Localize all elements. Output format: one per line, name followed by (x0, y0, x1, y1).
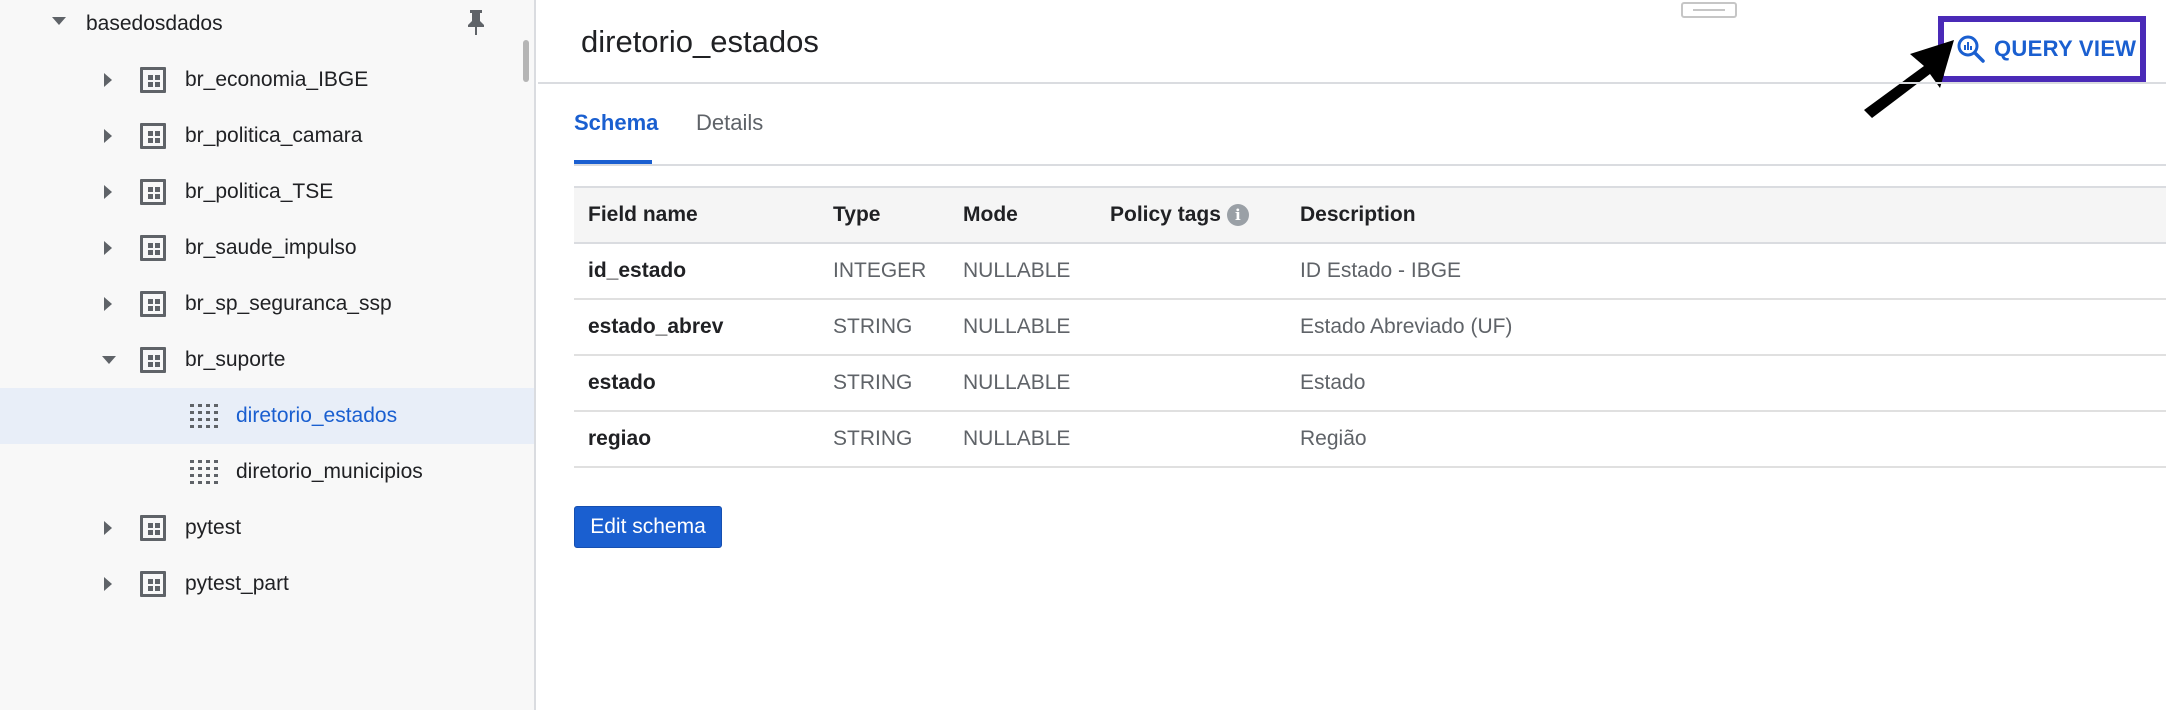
query-icon (1957, 35, 1985, 63)
pin-icon[interactable] (464, 8, 488, 36)
panel-resize-handle[interactable] (1681, 2, 1737, 18)
field-mode: NULLABLE (963, 427, 1071, 450)
tree-item-table[interactable]: diretorio_municipios (0, 444, 534, 500)
dataset-label: pytest_part (185, 572, 289, 595)
tree-item-dataset[interactable]: br_politica_camara (0, 108, 534, 164)
table-row: estado_abrev STRING NULLABLE Estado Abre… (574, 300, 2166, 356)
field-name: id_estado (588, 259, 687, 282)
field-name: estado (588, 371, 656, 394)
tree-item-table-selected[interactable]: diretorio_estados (0, 388, 534, 444)
dataset-label: br_politica_TSE (185, 180, 334, 203)
field-type: INTEGER (833, 259, 927, 282)
field-name: regiao (588, 427, 652, 450)
main-panel: diretorio_estados QUERY VIEW Schema Deta… (538, 0, 2166, 710)
header-mode: Mode (963, 203, 1018, 226)
dataset-label: br_sp_seguranca_ssp (185, 292, 392, 315)
tab-schema[interactable]: Schema (574, 110, 658, 148)
header-field-name: Field name (588, 203, 698, 226)
field-mode: NULLABLE (963, 259, 1071, 282)
tree-item-dataset[interactable]: pytest (0, 500, 534, 556)
project-label: basedosdados (86, 12, 223, 35)
field-mode: NULLABLE (963, 371, 1071, 394)
field-description: Estado (1300, 371, 1366, 394)
chevron-right-icon[interactable] (104, 297, 112, 311)
dataset-icon (140, 67, 166, 93)
sidebar-scrollbar[interactable] (523, 40, 529, 82)
tree-item-dataset[interactable]: br_suporte (0, 332, 534, 388)
field-type: STRING (833, 427, 913, 450)
chevron-right-icon[interactable] (104, 241, 112, 255)
dataset-label: br_suporte (185, 348, 286, 371)
chevron-down-icon[interactable] (102, 356, 116, 364)
field-mode: NULLABLE (963, 315, 1071, 338)
chevron-right-icon[interactable] (104, 185, 112, 199)
table-row: estado STRING NULLABLE Estado (574, 356, 2166, 412)
dataset-icon (140, 515, 166, 541)
tree-item-dataset[interactable]: br_sp_seguranca_ssp (0, 276, 534, 332)
dataset-icon (140, 291, 166, 317)
tree-item-dataset[interactable]: pytest_part (0, 556, 534, 612)
page-title: diretorio_estados (581, 24, 819, 59)
table-row: regiao STRING NULLABLE Região (574, 412, 2166, 468)
field-description: ID Estado - IBGE (1300, 259, 1462, 282)
tab-details[interactable]: Details (696, 110, 763, 148)
arrow-annotation-icon (1864, 40, 1954, 118)
chevron-right-icon[interactable] (104, 129, 112, 143)
tree-item-dataset[interactable]: br_politica_TSE (0, 164, 534, 220)
chevron-right-icon[interactable] (104, 577, 112, 591)
info-icon[interactable]: i (1226, 204, 1249, 226)
field-type: STRING (833, 371, 913, 394)
schema-table: Field name Type Mode Policy tags i Descr… (574, 186, 2166, 468)
dataset-icon (140, 571, 166, 597)
dataset-label: br_politica_camara (185, 124, 363, 147)
edit-schema-button[interactable]: Edit schema (574, 506, 722, 548)
table-label: diretorio_estados (236, 404, 398, 427)
chevron-right-icon[interactable] (104, 521, 112, 535)
field-description: Região (1300, 427, 1367, 450)
table-header: Field name Type Mode Policy tags i Descr… (574, 186, 2166, 244)
header-policy-tags: Policy tags i (1110, 188, 1249, 242)
dataset-icon (140, 235, 166, 261)
dataset-icon (140, 179, 166, 205)
explorer-sidebar: basedosdados br_economia_IBGE br_politic… (0, 0, 536, 710)
tree-item-dataset[interactable]: br_economia_IBGE (0, 52, 534, 108)
header-divider (538, 82, 2166, 84)
dataset-label: pytest (185, 516, 242, 539)
table-icon (190, 404, 218, 428)
tree-item-project[interactable]: basedosdados (0, 0, 534, 52)
field-type: STRING (833, 315, 913, 338)
dataset-label: br_saude_impulso (185, 236, 357, 259)
tabs-divider (574, 164, 2166, 166)
header-policy-tags-label: Policy tags (1110, 203, 1221, 226)
dataset-label: br_economia_IBGE (185, 68, 369, 91)
tree-item-dataset[interactable]: br_saude_impulso (0, 220, 534, 276)
chevron-right-icon[interactable] (104, 73, 112, 87)
header-description: Description (1300, 203, 1416, 226)
field-description: Estado Abreviado (UF) (1300, 315, 1513, 338)
table-icon (190, 460, 218, 484)
table-row: id_estado INTEGER NULLABLE ID Estado - I… (574, 244, 2166, 300)
field-name: estado_abrev (588, 315, 724, 338)
chevron-down-icon[interactable] (52, 17, 66, 25)
dataset-icon (140, 123, 166, 149)
query-view-button[interactable]: QUERY VIEW (1938, 16, 2146, 82)
header-type: Type (833, 203, 881, 226)
query-view-label: QUERY VIEW (1994, 36, 2137, 61)
table-label: diretorio_municipios (236, 460, 423, 483)
dataset-icon (140, 347, 166, 373)
